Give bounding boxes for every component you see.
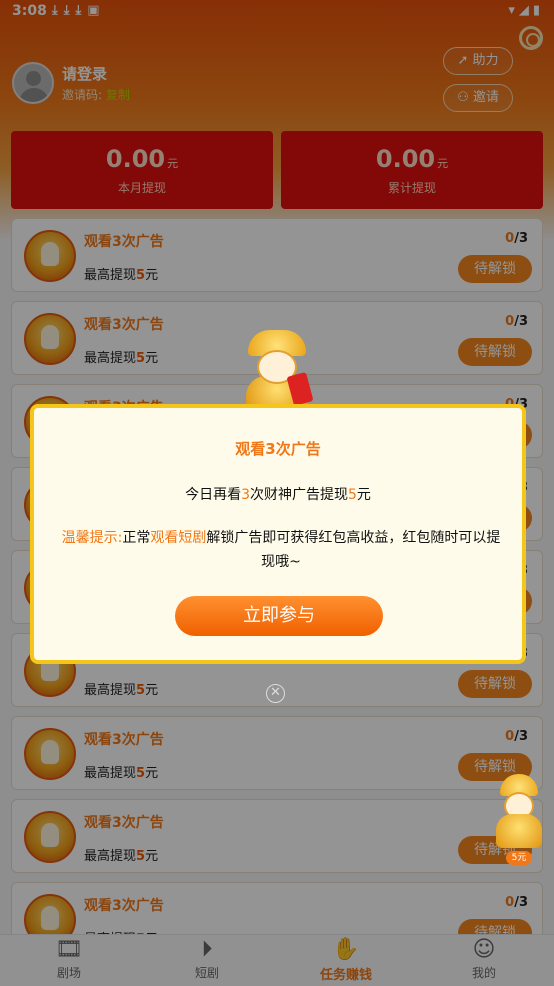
modal-line-middle: 次财神广告提现: [250, 487, 348, 503]
modal-line-count: 3: [241, 487, 250, 503]
task-modal: 观看3次广告 今日再看3次财神广告提现5元 温馨提示:正常观看短剧解锁广告即可获…: [30, 404, 526, 664]
fortune-god-icon: [240, 330, 314, 408]
tip-prefix: 正常: [122, 530, 151, 546]
floating-badge: 5元: [506, 851, 532, 865]
fortune-god-robe-icon: [496, 814, 542, 848]
close-icon[interactable]: ✕: [266, 684, 285, 703]
modal-line-prefix: 今日再看: [185, 487, 242, 503]
modal-line-suffix: 元: [356, 487, 371, 503]
modal-line-amount: 5: [348, 487, 357, 503]
modal-line: 今日再看3次财神广告提现5元: [34, 484, 522, 504]
tip-highlight: 观看短剧: [150, 530, 207, 546]
floating-fortune-god[interactable]: 5元: [492, 774, 546, 866]
app-root: 3:08 ⤓⤓⤓▣ ▾◢▮ 请登录 邀请码: 复制 ➚ 助力 ⚇ 邀请 0.00…: [0, 0, 554, 986]
tip-label: 温馨提示:: [61, 530, 123, 546]
modal-tip: 温馨提示:正常观看短剧解锁广告即可获得红包高收益，红包随时可以提现哦~: [56, 526, 506, 574]
join-now-button[interactable]: 立即参与: [175, 596, 383, 636]
tip-rest: 解锁广告即可获得红包高收益，红包随时可以提现哦~: [206, 530, 501, 570]
modal-title: 观看3次广告: [235, 440, 321, 458]
